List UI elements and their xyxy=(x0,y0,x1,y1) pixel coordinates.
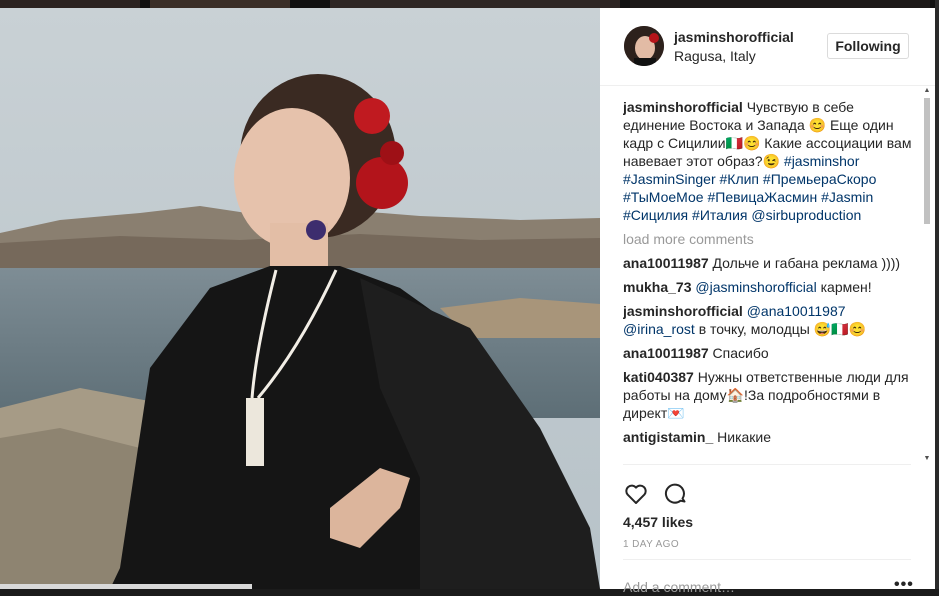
post-author-username[interactable]: jasminshorofficial xyxy=(674,29,794,45)
post-photo xyxy=(0,8,600,589)
divider xyxy=(623,464,911,465)
comment: jasminshorofficial @ana10011987 @irina_r… xyxy=(623,302,917,338)
hashtag[interactable]: #ПевицаЖасмин xyxy=(707,189,817,205)
following-button[interactable]: Following xyxy=(827,33,909,59)
comment-text: Дольче и габана реклама )))) xyxy=(712,255,901,271)
comment-username[interactable]: mukha_73 xyxy=(623,279,691,295)
comments-scrollbar[interactable]: ▲ ▼ xyxy=(922,86,932,464)
comment-bubble-icon[interactable] xyxy=(664,482,688,506)
hashtag[interactable]: #Италия xyxy=(692,207,747,223)
comment-username[interactable]: ana10011987 xyxy=(623,255,709,271)
add-comment-input[interactable] xyxy=(623,578,883,596)
hashtag[interactable]: #ТыМоеМое xyxy=(623,189,704,205)
avatar[interactable] xyxy=(624,26,664,66)
comment: ana10011987 Спасибо xyxy=(623,344,917,362)
comment-username[interactable]: jasminshorofficial xyxy=(623,303,743,319)
caption: jasminshorofficial Чувствую в себе едине… xyxy=(623,98,917,224)
background-thumbnails xyxy=(0,0,939,8)
likes-count[interactable]: 4,457 likes xyxy=(623,514,693,530)
hashtag[interactable]: #Клип xyxy=(720,171,760,187)
hashtag[interactable]: #Сицилия xyxy=(623,207,688,223)
more-options-icon[interactable]: ••• xyxy=(894,576,914,594)
load-more-comments-link[interactable]: load more comments xyxy=(623,230,917,248)
scroll-down-arrow-icon[interactable]: ▼ xyxy=(922,454,932,464)
comment-text: кармен! xyxy=(820,279,872,295)
comment-text: Спасибо xyxy=(712,345,769,361)
caption-username[interactable]: jasminshorofficial xyxy=(623,99,743,115)
divider xyxy=(623,559,911,560)
scroll-up-arrow-icon[interactable]: ▲ xyxy=(922,86,932,96)
comment: kati040387 Нужны ответственные люди для … xyxy=(623,368,917,422)
post-header: jasminshorofficial Ragusa, Italy Followi… xyxy=(600,8,935,86)
comment: mukha_73 @jasminshorofficial кармен! xyxy=(623,278,917,296)
comment-username[interactable]: antigistamin_ xyxy=(623,429,713,445)
mention-link[interactable]: @sirbuproduction xyxy=(751,207,861,223)
comment-username[interactable]: ana10011987 xyxy=(623,345,709,361)
hashtag[interactable]: #jasminshor xyxy=(784,153,859,169)
comment-username[interactable]: kati040387 xyxy=(623,369,694,385)
comment-text: Никакие xyxy=(717,429,772,445)
hashtag[interactable]: #Jasmin xyxy=(821,189,873,205)
post-timestamp[interactable]: 1 DAY AGO xyxy=(623,539,679,550)
page-scroll-edge xyxy=(935,0,939,589)
post-location[interactable]: Ragusa, Italy xyxy=(674,48,756,64)
comment: antigistamin_ Никакие xyxy=(623,428,917,446)
comment: ana10011987 Дольче и габана реклама )))) xyxy=(623,254,917,272)
hashtag[interactable]: #ПремьераСкоро xyxy=(763,171,876,187)
comment-text: в точку, молодцы 😅🇮🇹😊 xyxy=(698,321,867,337)
comments-list[interactable]: jasminshorofficial Чувствую в себе едине… xyxy=(623,98,917,464)
post-actions: 4,457 likes 1 DAY AGO ••• xyxy=(600,464,935,596)
hashtag[interactable]: #JasminSinger xyxy=(623,171,716,187)
post-side-panel: jasminshorofficial Ragusa, Italy Followi… xyxy=(600,8,935,596)
heart-icon[interactable] xyxy=(624,482,648,506)
scrollbar-thumb[interactable] xyxy=(924,98,930,224)
comment-mention[interactable]: @jasminshorofficial xyxy=(695,279,816,295)
